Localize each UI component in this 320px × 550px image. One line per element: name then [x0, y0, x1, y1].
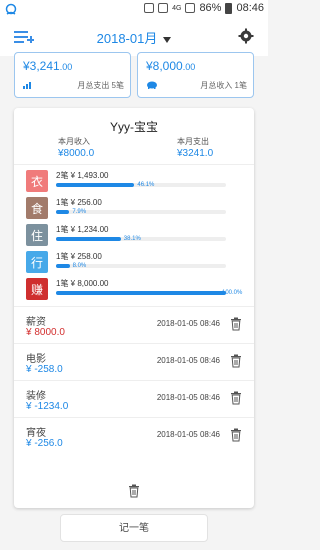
category-bar-fill	[56, 183, 135, 187]
category-text: 2笔 ¥ 1,493.00	[56, 171, 109, 180]
record-time: 2018-01-05 08:46	[156, 356, 220, 365]
category-row[interactable]: 行 1笔 ¥ 258.00 8.0%	[26, 251, 244, 275]
category-text: 1笔 ¥ 256.00	[56, 198, 102, 207]
monthly-stats: 本月收入 ¥8000.0 本月支出 ¥3241.0	[14, 136, 254, 160]
expense-label: 本月支出	[177, 137, 209, 146]
category-text: 1笔 ¥ 8,000.00	[56, 279, 109, 288]
record-amount: ¥ -1234.0	[26, 401, 69, 412]
trash-icon[interactable]	[230, 354, 242, 368]
add-record-button[interactable]: 记一笔	[60, 514, 208, 542]
user-title: Yyy-宝宝	[109, 120, 158, 134]
notification-icon	[5, 3, 17, 15]
category-percent: 8.0%	[72, 263, 87, 269]
category-row[interactable]: 衣 2笔 ¥ 1,493.00 46.1%	[26, 170, 244, 194]
record-time: 2018-01-05 08:46	[156, 319, 220, 328]
record-name: 装修	[26, 391, 46, 402]
expense-stat: 本月支出 ¥3241.0	[177, 136, 213, 159]
category-bar-fill	[56, 264, 70, 268]
record-row[interactable]: 宵夜 ¥ -256.0 2018-01-05 08:46	[14, 417, 254, 453]
record-name: 宵夜	[26, 428, 46, 439]
record-name: 薪资	[26, 317, 46, 328]
record-amount: ¥ -258.0	[26, 364, 63, 375]
expense-amount-cents: .00	[59, 62, 73, 72]
gear-icon[interactable]	[238, 28, 254, 44]
category-info: 1笔 ¥ 258.00 8.0%	[56, 251, 244, 273]
battery-icon	[225, 2, 233, 14]
category-info: 2笔 ¥ 1,493.00 46.1%	[56, 170, 244, 192]
bar-chart-icon	[23, 82, 31, 89]
record-amount: ¥ 8000.0	[26, 327, 65, 338]
category-percent: 46.1%	[137, 182, 155, 188]
network-text: 4G	[172, 4, 182, 12]
category-badge: 衣	[26, 170, 48, 192]
category-bar-fill	[56, 237, 121, 241]
category-percent: 100.0%	[222, 290, 243, 296]
category-row[interactable]: 食 1笔 ¥ 256.00 7.9%	[26, 197, 244, 221]
category-percent: 38.1%	[123, 236, 141, 242]
signal-icon	[185, 3, 196, 13]
income-amount-cents: .00	[182, 62, 196, 72]
income-stat: 本月收入 ¥8000.0	[58, 136, 94, 159]
category-bar-fill	[56, 210, 70, 214]
income-note: 月总收入 1笔	[200, 81, 247, 90]
record-name: 电影	[26, 354, 46, 365]
wifi-icon	[158, 3, 169, 13]
trash-icon[interactable]	[230, 428, 242, 442]
category-bar-fill	[56, 291, 226, 295]
expense-amount-main: ¥3,241	[23, 59, 60, 73]
divider	[14, 164, 254, 165]
record-row[interactable]: 电影 ¥ -258.0 2018-01-05 08:46	[14, 343, 254, 379]
category-badge: 食	[26, 197, 48, 219]
category-info: 1笔 ¥ 8,000.00 100.0%	[56, 278, 244, 300]
income-label: 本月收入	[58, 137, 90, 146]
top-bar: 2018-01月	[0, 18, 268, 56]
record-amount: ¥ -256.0	[26, 438, 63, 449]
month-label: 2018-01月	[96, 31, 158, 46]
record-row[interactable]: 薪资 ¥ 8000.0 2018-01-05 08:46	[14, 306, 254, 342]
income-amount-main: ¥8,000	[146, 59, 183, 73]
category-text: 1笔 ¥ 258.00	[56, 252, 102, 261]
record-row[interactable]: 装修 ¥ -1234.0 2018-01-05 08:46	[14, 380, 254, 416]
income-summary-card[interactable]: ¥8,000.00 月总收入 1笔	[137, 52, 254, 98]
month-selector[interactable]: 2018-01月	[0, 28, 268, 47]
income-amount: ¥8,000.00	[146, 59, 195, 73]
caret-down-icon	[163, 36, 172, 43]
expense-note: 月总支出 5笔	[77, 81, 124, 90]
category-row[interactable]: 住 1笔 ¥ 1,234.00 38.1%	[26, 224, 244, 248]
battery-percent: 86%	[199, 2, 222, 14]
trash-icon[interactable]	[128, 484, 140, 498]
income-value: ¥8000.0	[58, 148, 95, 159]
category-text: 1笔 ¥ 1,234.00	[56, 225, 109, 234]
expense-value: ¥3241.0	[177, 148, 214, 159]
trash-icon[interactable]	[230, 317, 242, 331]
expense-amount: ¥3,241.00	[23, 59, 72, 73]
monthly-panel: Yyy-宝宝 本月收入 ¥8000.0 本月支出 ¥3241.0 衣 2笔 ¥ …	[14, 108, 254, 508]
category-badge: 行	[26, 251, 48, 273]
piggy-bank-icon	[147, 81, 157, 89]
expense-summary-card[interactable]: ¥3,241.00 月总支出 5笔	[14, 52, 131, 98]
category-info: 1笔 ¥ 1,234.00 38.1%	[56, 224, 244, 246]
category-percent: 7.9%	[72, 209, 87, 215]
status-bar: 4G 86% 08:46	[0, 0, 268, 18]
category-info: 1笔 ¥ 256.00 7.9%	[56, 197, 244, 219]
category-badge: 赚	[26, 278, 48, 300]
trash-icon[interactable]	[230, 391, 242, 405]
category-badge: 住	[26, 224, 48, 246]
summary-cards: ¥3,241.00 月总支出 5笔 ¥8,000.00 月总收入 1笔	[14, 52, 254, 100]
category-row[interactable]: 赚 1笔 ¥ 8,000.00 100.0%	[26, 278, 244, 302]
status-time: 08:46	[236, 2, 264, 14]
alarm-icon	[144, 3, 155, 13]
record-time: 2018-01-05 08:46	[156, 430, 220, 439]
record-time: 2018-01-05 08:46	[156, 393, 220, 402]
